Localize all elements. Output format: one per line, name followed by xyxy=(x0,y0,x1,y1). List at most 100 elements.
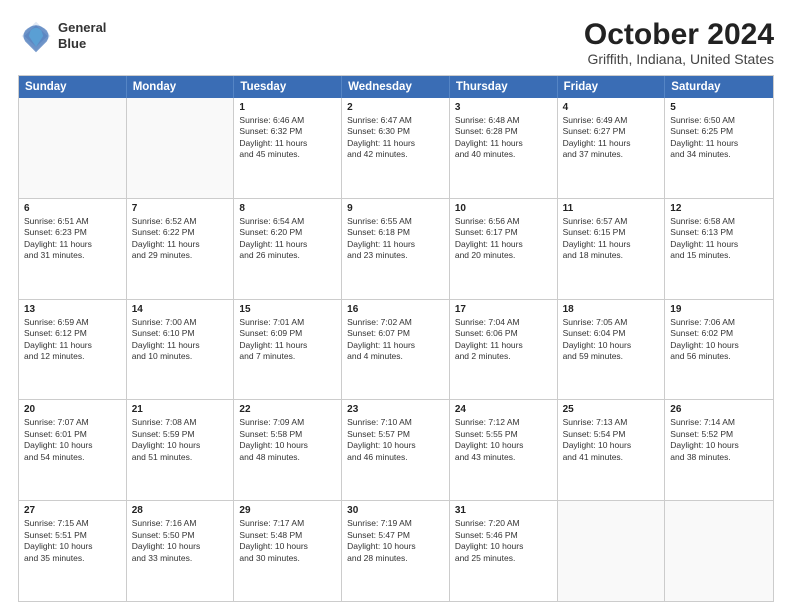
cell-info: Sunrise: 7:08 AMSunset: 5:59 PMDaylight:… xyxy=(132,417,229,463)
cell-info: Sunrise: 6:55 AMSunset: 6:18 PMDaylight:… xyxy=(347,216,444,262)
calendar-cell: 9Sunrise: 6:55 AMSunset: 6:18 PMDaylight… xyxy=(342,199,450,299)
cell-info: Sunrise: 7:04 AMSunset: 6:06 PMDaylight:… xyxy=(455,317,552,363)
calendar-cell: 3 Sunrise: 6:48 AMSunset: 6:28 PMDaylight… xyxy=(450,98,558,198)
calendar-cell: 31Sunrise: 7:20 AMSunset: 5:46 PMDayligh… xyxy=(450,501,558,601)
day-number: 4 xyxy=(563,102,660,113)
day-number: 3 xyxy=(455,102,552,113)
calendar-cell: 27 Sunrise: 7:15 AMSunset: 5:51 PMDayligh… xyxy=(19,501,127,601)
calendar-cell: 19Sunrise: 7:06 AMSunset: 6:02 PMDayligh… xyxy=(665,300,773,400)
day-number: 11 xyxy=(563,203,660,214)
cell-info: Sunrise: 6:51 AMSunset: 6:23 PMDaylight:… xyxy=(24,216,121,262)
calendar-cell: 4 Sunrise: 6:49 AMSunset: 6:27 PMDaylight… xyxy=(558,98,666,198)
title-block: October 2024 Griffith, Indiana, United S… xyxy=(584,18,774,67)
cell-info: Sunrise: 7:15 AMSunset: 5:51 PMDaylight:… xyxy=(24,518,121,564)
day-number: 21 xyxy=(132,404,229,415)
calendar-cell: 12 Sunrise: 6:58 AMSunset: 6:13 PMDayligh… xyxy=(665,199,773,299)
day-number: 30 xyxy=(347,505,444,516)
day-number: 23 xyxy=(347,404,444,415)
cell-info: Sunrise: 7:01 AMSunset: 6:09 PMDaylight:… xyxy=(239,317,336,363)
header: General Blue October 2024 Griffith, Indi… xyxy=(18,18,774,67)
day-number: 25 xyxy=(563,404,660,415)
logo-icon xyxy=(18,18,54,54)
calendar-cell: 17Sunrise: 7:04 AMSunset: 6:06 PMDayligh… xyxy=(450,300,558,400)
page: General Blue October 2024 Griffith, Indi… xyxy=(0,0,792,612)
cell-info: Sunrise: 7:02 AMSunset: 6:07 PMDaylight:… xyxy=(347,317,444,363)
day-number: 26 xyxy=(670,404,768,415)
day-number: 28 xyxy=(132,505,229,516)
calendar-header: SundayMondayTuesdayWednesdayThursdayFrid… xyxy=(19,76,773,98)
cell-info: Sunrise: 7:14 AMSunset: 5:52 PMDaylight:… xyxy=(670,417,768,463)
calendar-cell: 13 Sunrise: 6:59 AMSunset: 6:12 PMDayligh… xyxy=(19,300,127,400)
day-number: 1 xyxy=(239,102,336,113)
weekday-header: Thursday xyxy=(450,76,558,98)
cell-info: Sunrise: 7:19 AMSunset: 5:47 PMDaylight:… xyxy=(347,518,444,564)
calendar-cell xyxy=(665,501,773,601)
calendar-row: 1Sunrise: 6:46 AMSunset: 6:32 PMDaylight… xyxy=(19,98,773,198)
calendar-row: 13 Sunrise: 6:59 AMSunset: 6:12 PMDayligh… xyxy=(19,299,773,400)
day-number: 18 xyxy=(563,304,660,315)
cell-info: Sunrise: 6:52 AMSunset: 6:22 PMDaylight:… xyxy=(132,216,229,262)
calendar: SundayMondayTuesdayWednesdayThursdayFrid… xyxy=(18,75,774,602)
cell-info: Sunrise: 6:47 AMSunset: 6:30 PMDaylight:… xyxy=(347,115,444,161)
calendar-body: 1Sunrise: 6:46 AMSunset: 6:32 PMDaylight… xyxy=(19,98,773,601)
weekday-header: Friday xyxy=(558,76,666,98)
weekday-header: Tuesday xyxy=(234,76,342,98)
calendar-cell: 28 Sunrise: 7:16 AMSunset: 5:50 PMDayligh… xyxy=(127,501,235,601)
calendar-cell: 18Sunrise: 7:05 AMSunset: 6:04 PMDayligh… xyxy=(558,300,666,400)
day-number: 15 xyxy=(239,304,336,315)
day-number: 8 xyxy=(239,203,336,214)
day-number: 2 xyxy=(347,102,444,113)
calendar-cell: 6 Sunrise: 6:51 AMSunset: 6:23 PMDaylight… xyxy=(19,199,127,299)
cell-info: Sunrise: 6:48 AMSunset: 6:28 PMDaylight:… xyxy=(455,115,552,161)
calendar-cell: 21 Sunrise: 7:08 AMSunset: 5:59 PMDayligh… xyxy=(127,400,235,500)
day-number: 6 xyxy=(24,203,121,214)
day-number: 24 xyxy=(455,404,552,415)
day-number: 22 xyxy=(239,404,336,415)
cell-info: Sunrise: 6:59 AMSunset: 6:12 PMDaylight:… xyxy=(24,317,121,363)
day-number: 16 xyxy=(347,304,444,315)
weekday-header: Sunday xyxy=(19,76,127,98)
calendar-cell: 5Sunrise: 6:50 AMSunset: 6:25 PMDaylight… xyxy=(665,98,773,198)
cell-info: Sunrise: 6:54 AMSunset: 6:20 PMDaylight:… xyxy=(239,216,336,262)
cell-info: Sunrise: 7:17 AMSunset: 5:48 PMDaylight:… xyxy=(239,518,336,564)
logo: General Blue xyxy=(18,18,106,54)
calendar-cell: 1Sunrise: 6:46 AMSunset: 6:32 PMDaylight… xyxy=(234,98,342,198)
calendar-row: 6 Sunrise: 6:51 AMSunset: 6:23 PMDaylight… xyxy=(19,198,773,299)
day-number: 10 xyxy=(455,203,552,214)
calendar-cell: 16 Sunrise: 7:02 AMSunset: 6:07 PMDayligh… xyxy=(342,300,450,400)
calendar-cell: 30 Sunrise: 7:19 AMSunset: 5:47 PMDayligh… xyxy=(342,501,450,601)
day-number: 29 xyxy=(239,505,336,516)
day-number: 27 xyxy=(24,505,121,516)
calendar-cell: 7 Sunrise: 6:52 AMSunset: 6:22 PMDaylight… xyxy=(127,199,235,299)
weekday-header: Wednesday xyxy=(342,76,450,98)
calendar-cell: 8 Sunrise: 6:54 AMSunset: 6:20 PMDaylight… xyxy=(234,199,342,299)
day-number: 20 xyxy=(24,404,121,415)
day-number: 7 xyxy=(132,203,229,214)
cell-info: Sunrise: 6:58 AMSunset: 6:13 PMDaylight:… xyxy=(670,216,768,262)
cell-info: Sunrise: 6:57 AMSunset: 6:15 PMDaylight:… xyxy=(563,216,660,262)
cell-info: Sunrise: 7:12 AMSunset: 5:55 PMDaylight:… xyxy=(455,417,552,463)
day-number: 12 xyxy=(670,203,768,214)
cell-info: Sunrise: 7:07 AMSunset: 6:01 PMDaylight:… xyxy=(24,417,121,463)
calendar-cell xyxy=(127,98,235,198)
weekday-header: Monday xyxy=(127,76,235,98)
cell-info: Sunrise: 7:09 AMSunset: 5:58 PMDaylight:… xyxy=(239,417,336,463)
cell-info: Sunrise: 7:16 AMSunset: 5:50 PMDaylight:… xyxy=(132,518,229,564)
calendar-cell: 29 Sunrise: 7:17 AMSunset: 5:48 PMDayligh… xyxy=(234,501,342,601)
weekday-header: Saturday xyxy=(665,76,773,98)
cell-info: Sunrise: 7:13 AMSunset: 5:54 PMDaylight:… xyxy=(563,417,660,463)
calendar-cell: 10 Sunrise: 6:56 AMSunset: 6:17 PMDayligh… xyxy=(450,199,558,299)
day-number: 5 xyxy=(670,102,768,113)
cell-info: Sunrise: 6:49 AMSunset: 6:27 PMDaylight:… xyxy=(563,115,660,161)
calendar-cell: 2 Sunrise: 6:47 AMSunset: 6:30 PMDaylight… xyxy=(342,98,450,198)
main-title: October 2024 xyxy=(584,18,774,51)
cell-info: Sunrise: 7:10 AMSunset: 5:57 PMDaylight:… xyxy=(347,417,444,463)
cell-info: Sunrise: 7:06 AMSunset: 6:02 PMDaylight:… xyxy=(670,317,768,363)
calendar-cell: 26 Sunrise: 7:14 AMSunset: 5:52 PMDayligh… xyxy=(665,400,773,500)
day-number: 14 xyxy=(132,304,229,315)
cell-info: Sunrise: 6:56 AMSunset: 6:17 PMDaylight:… xyxy=(455,216,552,262)
day-number: 31 xyxy=(455,505,552,516)
calendar-cell xyxy=(558,501,666,601)
subtitle: Griffith, Indiana, United States xyxy=(584,51,774,67)
day-number: 13 xyxy=(24,304,121,315)
